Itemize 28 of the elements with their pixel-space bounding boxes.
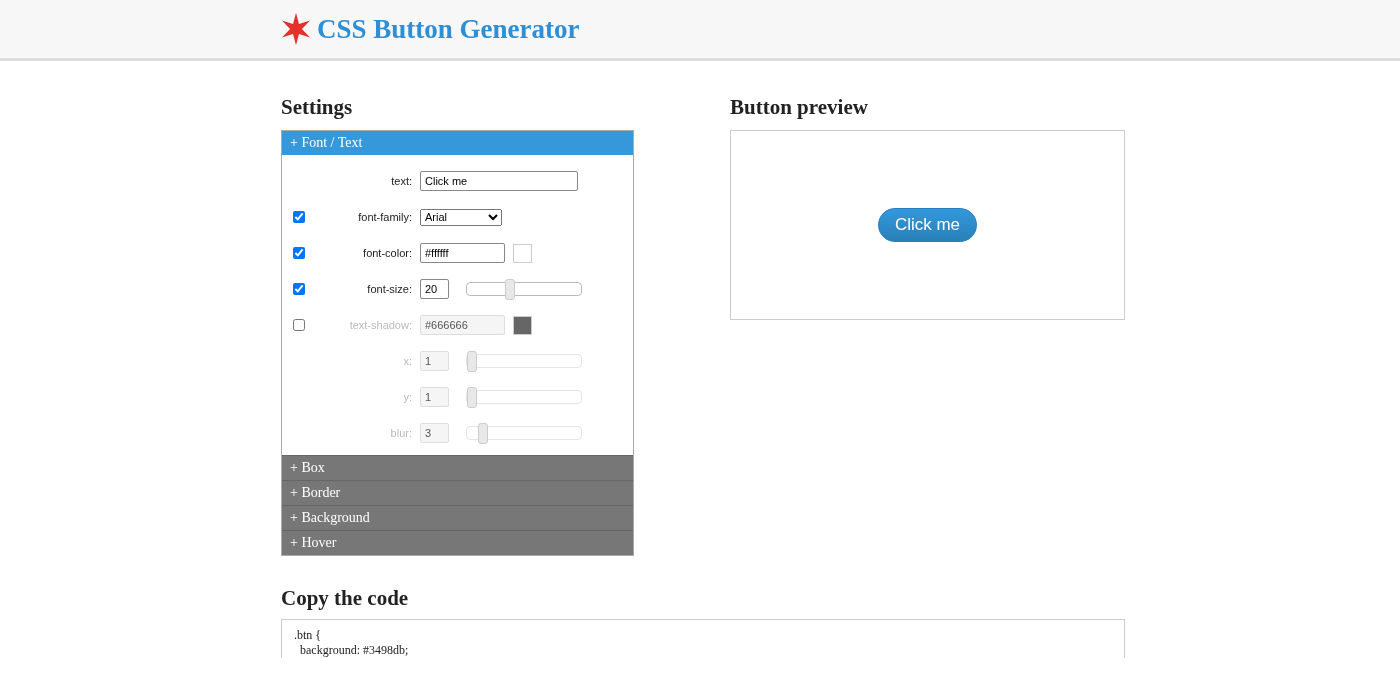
field-label: text-shadow:: [348, 319, 412, 331]
field-label: y:: [402, 391, 412, 403]
number-input[interactable]: 20: [420, 279, 449, 299]
field-label: text:: [390, 175, 412, 187]
field-label: blur:: [389, 427, 412, 439]
checkbox[interactable]: [293, 247, 305, 259]
accordion-header[interactable]: + Hover: [282, 530, 633, 555]
color-swatch[interactable]: [513, 243, 532, 263]
field-label: font-color:: [362, 247, 412, 259]
font-family-select[interactable]: Arial: [420, 208, 502, 226]
accordion-header[interactable]: + Border: [282, 480, 633, 505]
code-line: .btn {: [294, 628, 323, 643]
code-line: background: #3498db;: [299, 643, 410, 658]
field-label: font-family:: [357, 211, 412, 223]
text-input[interactable]: Click me: [420, 171, 578, 191]
color-input[interactable]: #ffffff: [420, 243, 505, 263]
field-label: font-size:: [366, 283, 412, 295]
color-swatch[interactable]: [513, 315, 532, 335]
accordion-header[interactable]: + Background: [282, 505, 633, 530]
preview-button[interactable]: Click me: [877, 208, 978, 242]
field-label: x:: [402, 355, 412, 367]
slider-thumb[interactable]: [504, 279, 515, 300]
checkbox[interactable]: [293, 283, 305, 295]
code-heading: Copy the code: [281, 586, 410, 611]
accordion-header[interactable]: + Box: [282, 455, 633, 480]
checkbox[interactable]: [293, 211, 305, 223]
settings-heading: Settings: [281, 95, 354, 120]
preview-heading: Button preview: [730, 95, 869, 120]
